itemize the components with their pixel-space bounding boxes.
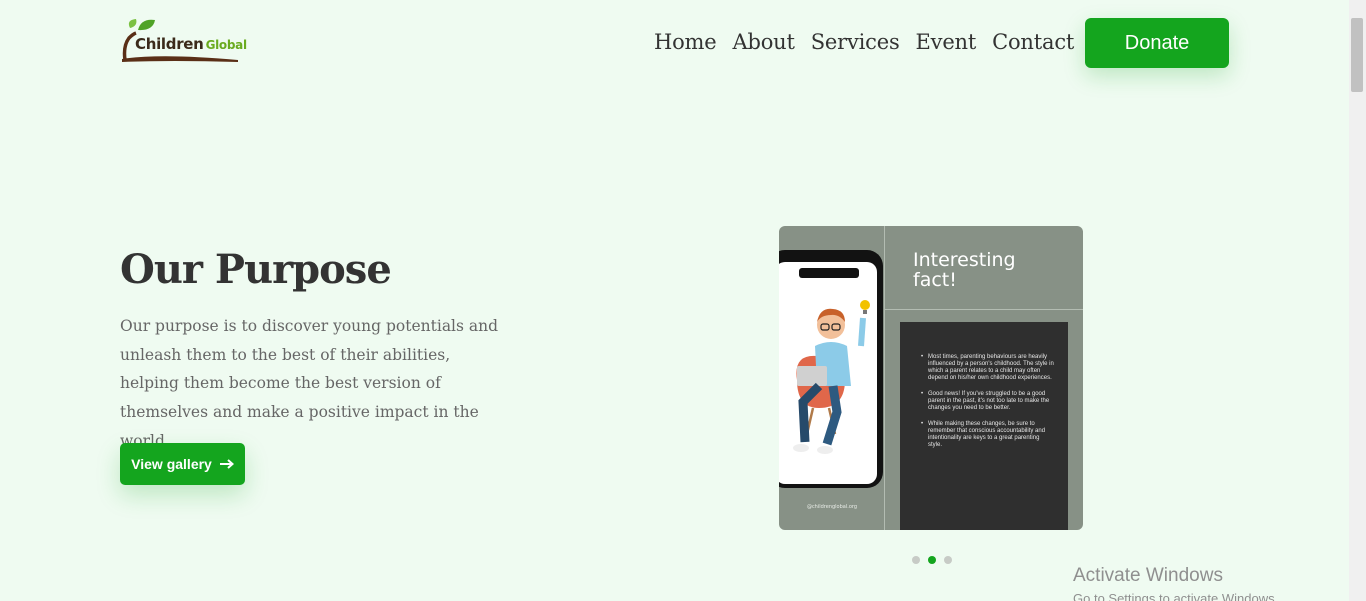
nav-services[interactable]: Services [803, 30, 908, 54]
carousel-dot-1[interactable] [912, 556, 920, 564]
cartoon-person-illustration [793, 300, 870, 454]
logo-word-children: Children [135, 35, 204, 53]
carousel-dot-2-active[interactable] [928, 556, 936, 564]
fact-title-line1: Interesting [913, 249, 1016, 271]
view-gallery-label: View gallery [131, 456, 212, 472]
fact-bullet: Good news! If you've struggled to be a g… [921, 391, 1054, 412]
fact-title-line2: fact! [913, 269, 957, 291]
scrollbar-thumb[interactable] [1351, 18, 1363, 92]
fact-bullet: While making these changes, be sure to r… [921, 421, 1054, 449]
view-gallery-button[interactable]: View gallery [120, 443, 245, 485]
main-nav: Home About Services Event Contact [646, 30, 1082, 54]
nav-about[interactable]: About [725, 30, 803, 54]
activate-windows-watermark: Activate Windows Go to Settings to activ… [1073, 565, 1278, 601]
divider [885, 309, 1083, 310]
phone-panel: @childrenglobal.org [779, 226, 885, 530]
purpose-description: Our purpose is to discover young potenti… [120, 317, 499, 450]
phone-screen [779, 262, 877, 484]
arrow-right-icon [219, 459, 234, 469]
carousel-dot-3[interactable] [944, 556, 952, 564]
nav-home[interactable]: Home [646, 30, 725, 54]
fact-box: Most times, parenting behaviours are hea… [900, 322, 1068, 530]
carousel-dots [912, 556, 952, 564]
carousel-slide[interactable]: @childrenglobal.org Interesting fact! Mo… [779, 226, 1083, 530]
page-title: Our Purpose [120, 246, 392, 293]
fact-list: Most times, parenting behaviours are hea… [900, 322, 1068, 449]
logo-text: Children Global [135, 35, 247, 53]
logo-word-global: Global [205, 38, 248, 52]
nav-contact[interactable]: Contact [984, 30, 1082, 54]
nav-event[interactable]: Event [908, 30, 985, 54]
logo[interactable]: Children Global [120, 16, 247, 64]
social-handle: @childrenglobal.org [806, 504, 858, 510]
fact-bullet: Most times, parenting behaviours are hea… [921, 354, 1054, 382]
donate-button[interactable]: Donate [1085, 18, 1229, 68]
phone-mockup [779, 250, 883, 488]
watermark-subtitle: Go to Settings to activate Windows. [1073, 591, 1279, 601]
fact-title: Interesting fact! [913, 250, 1016, 290]
watermark-title: Activate Windows [1073, 565, 1223, 586]
